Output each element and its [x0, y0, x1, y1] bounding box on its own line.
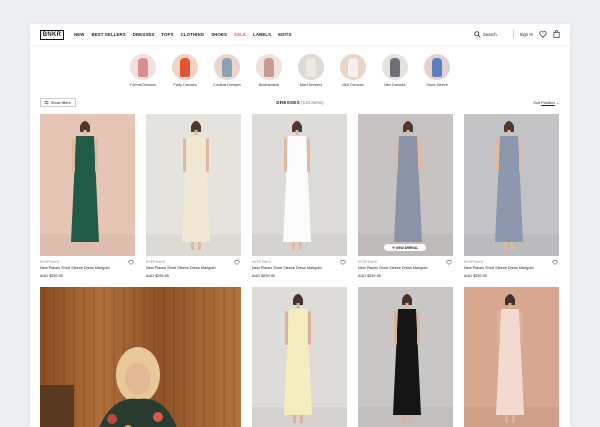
category-carousel: Formal Dresses Party Dresses Cocktail Dr…: [128, 54, 452, 87]
nav-shoes[interactable]: SHOES: [211, 32, 227, 37]
badge-label: NEW ARRIVAL: [396, 245, 419, 250]
nav-tops[interactable]: TOPS: [161, 32, 173, 37]
main-nav: NEW BEST SELLERS DRESSES TOPS CLOTHING S…: [74, 32, 292, 37]
wishlist-heart-icon[interactable]: [128, 260, 134, 265]
product-brand: KEEPSAKE: [358, 260, 378, 264]
product-price: AUD $299.95: [464, 274, 487, 278]
product-name[interactable]: New Places Short Sleeve Dress Marigold: [464, 266, 559, 270]
product-name[interactable]: New Places Short Sleeve Dress Marigold: [40, 266, 135, 270]
category-cocktail-dresses[interactable]: Cocktail Dresses: [212, 54, 242, 87]
product-image[interactable]: [146, 114, 241, 256]
brand-logo[interactable]: BNKR: [40, 30, 64, 40]
product-image[interactable]: [358, 287, 453, 427]
wishlist-heart-icon[interactable]: [552, 260, 558, 265]
category-formal-dresses[interactable]: Formal Dresses: [128, 54, 158, 87]
listing-title: DRESSES: [276, 100, 300, 105]
category-thumbnail: [340, 54, 366, 80]
product-brand: KEEPSAKE: [464, 260, 484, 264]
category-thumbnail: [130, 54, 156, 80]
product-name[interactable]: New Places Short Sleeve Dress Marigold: [252, 266, 347, 270]
category-label: Party Dresses: [173, 83, 197, 87]
product-card[interactable]: KEEPSAKE New Places Short Sleeve Dress M…: [146, 114, 241, 284]
product-card[interactable]: KEEPSAKE New Places Short Sleeve Dress M…: [252, 114, 347, 284]
product-price: AUD $299.95: [252, 274, 275, 278]
category-label: Short-Sleeve: [426, 83, 448, 87]
product-image[interactable]: [40, 114, 135, 256]
wishlist-heart-icon[interactable]: [234, 260, 240, 265]
nav-clothing[interactable]: CLOTHING: [181, 32, 205, 37]
product-name[interactable]: New Places Short Sleeve Dress Marigold: [358, 266, 453, 270]
category-label: Mini Dresses: [384, 83, 406, 87]
search-button[interactable]: Search: [474, 30, 497, 38]
product-price: AUD $299.95: [146, 274, 169, 278]
product-brand: KEEPSAKE: [252, 260, 272, 264]
nav-edits[interactable]: EDITS: [278, 32, 291, 37]
product-brand: KEEPSAKE: [40, 260, 60, 264]
nav-sale[interactable]: SALE: [234, 32, 246, 37]
category-label: Midi Dresses: [342, 83, 364, 87]
product-info: KEEPSAKE New Places Short Sleeve Dress M…: [252, 260, 347, 278]
new-arrival-badge: NEW ARRIVAL: [384, 244, 426, 251]
product-info: KEEPSAKE New Places Short Sleeve Dress M…: [464, 260, 559, 278]
wishlist-heart-icon[interactable]: [446, 260, 452, 265]
product-image[interactable]: [464, 287, 559, 427]
category-mini-dresses[interactable]: Mini Dresses: [380, 54, 410, 87]
sign-in-link[interactable]: Sign In: [520, 32, 533, 37]
search-icon: [474, 30, 481, 38]
product-info: KEEPSAKE New Places Short Sleeve Dress M…: [40, 260, 135, 278]
product-info: KEEPSAKE New Places Short Sleeve Dress M…: [146, 260, 241, 278]
sort-control[interactable]: Sort Position ⌄: [533, 100, 559, 105]
product-info: KEEPSAKE New Places Short Sleeve Dress M…: [358, 260, 453, 278]
listing-heading: DRESSES (134 items): [30, 100, 570, 105]
category-maxi-dresses[interactable]: Maxi Dresses: [296, 54, 326, 87]
header-tools: Search Sign In: [474, 30, 560, 38]
category-label: Formal Dresses: [129, 83, 157, 87]
product-card[interactable]: KEEPSAKE New Places Short Sleeve Dress M…: [464, 114, 559, 284]
product-image[interactable]: [358, 114, 453, 256]
editorial-image[interactable]: [40, 287, 241, 427]
nav-dresses[interactable]: DRESSES: [133, 32, 155, 37]
product-price: AUD $299.95: [40, 274, 63, 278]
sort-label: Sort: [533, 101, 541, 105]
product-price: AUD $299.95: [358, 274, 381, 278]
category-label: Cocktail Dresses: [213, 83, 241, 87]
category-thumbnail: [172, 54, 198, 80]
category-short-sleeve[interactable]: Short-Sleeve: [422, 54, 452, 87]
category-label: Maxi Dresses: [299, 83, 323, 87]
item-count: (134 items): [301, 100, 324, 105]
product-image[interactable]: [252, 114, 347, 256]
nav-best-sellers[interactable]: BEST SELLERS: [91, 32, 125, 37]
category-midi-dresses[interactable]: Midi Dresses: [338, 54, 368, 87]
product-image[interactable]: [464, 114, 559, 256]
header-divider: [512, 30, 514, 38]
product-card[interactable]: NEW ARRIVAL KEEPSAKE New Places Short Sl…: [358, 114, 453, 284]
category-thumbnail: [382, 54, 408, 80]
category-party-dresses[interactable]: Party Dresses: [170, 54, 200, 87]
category-thumbnail: [214, 54, 240, 80]
category-thumbnail: [424, 54, 450, 80]
chevron-down-icon: ⌄: [555, 101, 559, 105]
nav-new[interactable]: NEW: [74, 32, 84, 37]
dot-icon: [391, 246, 395, 249]
product-image[interactable]: [252, 287, 347, 427]
category-thumbnail: [298, 54, 324, 80]
category-thumbnail: [256, 54, 282, 80]
shop-page: BNKR NEW BEST SELLERS DRESSES TOPS CLOTH…: [30, 24, 570, 427]
sort-value: Position: [541, 101, 555, 105]
product-card[interactable]: KEEPSAKE New Places Short Sleeve Dress M…: [40, 114, 135, 284]
heart-icon[interactable]: [539, 30, 547, 38]
top-navigation: BNKR NEW BEST SELLERS DRESSES TOPS CLOTH…: [30, 24, 570, 46]
bag-icon[interactable]: [553, 30, 560, 38]
nav-labels[interactable]: LABELS: [253, 32, 271, 37]
product-name[interactable]: New Places Short Sleeve Dress Marigold: [146, 266, 241, 270]
category-label: Bridesmaids: [258, 83, 280, 87]
search-label: Search: [482, 31, 497, 37]
category-bridesmaids[interactable]: Bridesmaids: [254, 54, 284, 87]
product-brand: KEEPSAKE: [146, 260, 166, 264]
wishlist-heart-icon[interactable]: [340, 260, 346, 265]
